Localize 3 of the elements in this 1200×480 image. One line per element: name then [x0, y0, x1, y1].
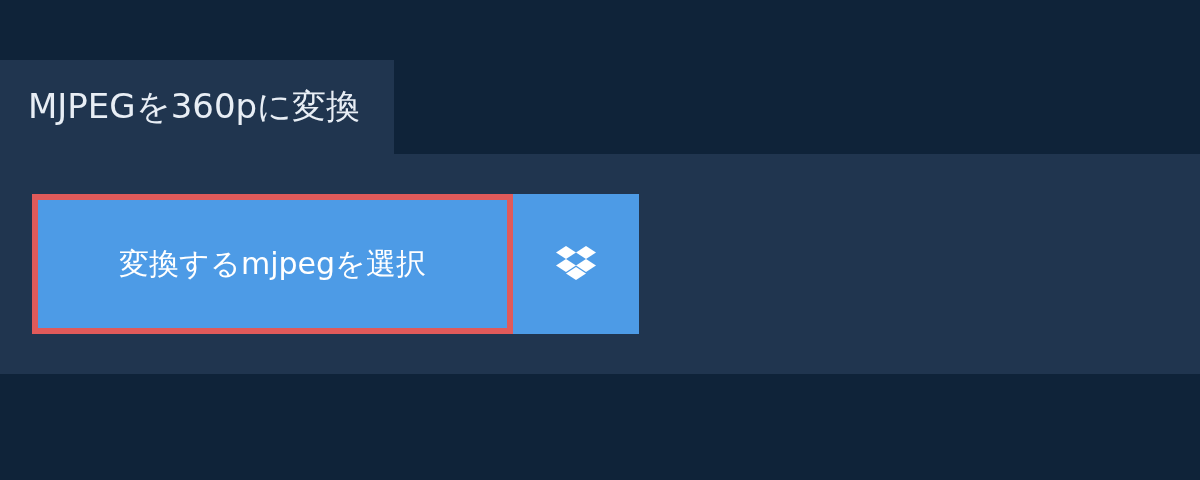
- dropbox-button[interactable]: [513, 194, 639, 334]
- dropbox-icon: [555, 246, 597, 282]
- tab[interactable]: MJPEGを360pに変換: [0, 60, 395, 154]
